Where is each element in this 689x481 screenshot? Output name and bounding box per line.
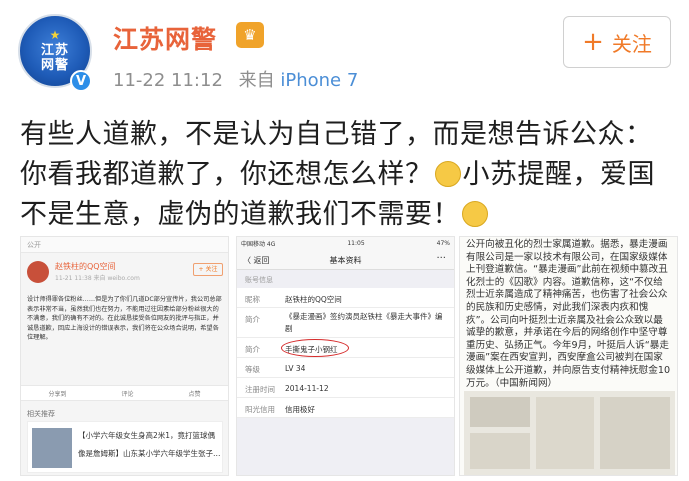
image2-red-circle <box>281 339 349 357</box>
image2-row-value: LV 34 <box>285 364 306 373</box>
image2-row-value: 信用极好 <box>285 405 315 414</box>
image1-top-bar: 公开 <box>21 237 228 253</box>
post-header: ★ 江苏 网警 V 江苏网警 ♛ 11-22 11:12 来自 iPhone 7… <box>0 0 689 108</box>
image1-action-share: 分享到 <box>48 390 67 398</box>
image2-battery: 47% <box>436 240 450 247</box>
image2-row: 简介 《暴走漫画》签约演员赵铁柱《暴走大事件》编剧 <box>237 308 454 338</box>
thinking-emoji-icon <box>434 161 461 187</box>
image1-subline: 11-21 11:38 来自 weibo.com <box>55 275 140 282</box>
image2-row-key: 简介 <box>245 345 260 354</box>
follow-label: 关注 <box>611 31 652 56</box>
image3-news-text: 公开向被丑化的烈士家属道歉。据悉，暴走漫画有限公司是一家以技术有限公司，在国家级… <box>466 239 671 389</box>
avatar-line-2: 网警 <box>40 58 69 73</box>
image2-row-value: 2014-11-12 <box>285 384 329 393</box>
image2-more-icon: ··· <box>436 253 446 264</box>
image1-body-text: 设计师得罪各位粉丝……但是为了你们几道DC部分宣传片，我公司总部表示非常不当，虽… <box>27 296 222 342</box>
image1-follow: + 关注 <box>193 263 223 276</box>
image2-row: 注册时间 2014-11-12 <box>237 378 454 398</box>
post-text: 有些人道歉，不是认为自己错了，而是想告诉公众：你看我都道歉了，你还想怎么样？ 小苏… <box>20 115 670 235</box>
image2-clock: 11:05 <box>347 240 365 247</box>
plus-icon: + <box>582 27 604 57</box>
image1-related-thumb <box>32 428 72 468</box>
image2-status-bar: 中国移动 4G 11:05 47% <box>237 237 454 250</box>
image2-row-value: 赵铁柱的QQ空间 <box>285 295 342 304</box>
image3-newspaper-clip <box>464 391 675 475</box>
image3-column-block <box>470 433 530 469</box>
image2-row-value: 《暴走漫画》签约演员赵铁柱《暴走大事件》编剧 <box>285 312 443 333</box>
image1-username: 赵铁柱的QQ空间 <box>55 262 116 271</box>
post-image-2[interactable]: 中国移动 4G 11:05 47% 〈 返回 基本资料 ··· 账号信息 昵称 … <box>236 236 455 476</box>
smile-emoji-icon <box>462 201 488 227</box>
image1-related-line-1: 【小学六年级女生身高2米1，竟打篮球偶 <box>78 431 216 440</box>
source-device[interactable]: iPhone 7 <box>280 70 358 91</box>
image3-column-block <box>536 397 594 469</box>
vip-crown-icon[interactable]: ♛ <box>236 22 264 48</box>
image1-related-line-2: 像是詹姆斯】山东某小学六年级学生张子… <box>78 449 221 458</box>
image1-related-header: 相关推荐 <box>27 410 55 418</box>
image2-row-key: 注册时间 <box>245 385 275 394</box>
image2-section-header: 账号信息 <box>245 276 273 284</box>
post-image-1[interactable]: 公开 赵铁柱的QQ空间 11-21 11:38 来自 weibo.com + 关… <box>20 236 229 476</box>
image1-user-row: 赵铁柱的QQ空间 11-21 11:38 来自 weibo.com + 关注 <box>27 259 223 291</box>
post-image-3[interactable]: 公开向被丑化的烈士家属道歉。据悉，暴走漫画有限公司是一家以技术有限公司，在国家级… <box>459 236 678 476</box>
image3-column-block <box>600 397 670 469</box>
image1-action-like: 点赞 <box>188 390 201 398</box>
post-timestamp: 11-22 11:12 <box>113 70 223 91</box>
avatar-line-1: 江苏 <box>40 43 69 58</box>
image2-row-key: 昵称 <box>245 295 260 304</box>
image2-row: 阳光信用 信用极好 <box>237 398 454 418</box>
image2-carrier: 中国移动 4G <box>241 241 276 248</box>
image2-title: 基本资料 <box>329 256 362 265</box>
image1-actions: 分享到 评论 点赞 <box>21 385 228 401</box>
image1-avatar <box>27 261 49 283</box>
image1-action-comment: 评论 <box>121 390 134 398</box>
account-name[interactable]: 江苏网警 <box>113 20 217 56</box>
image2-row: 等级 LV 34 <box>237 358 454 378</box>
star-icon: ★ <box>49 28 61 42</box>
post-meta: 11-22 11:12 来自 iPhone 7 <box>113 66 358 92</box>
image2-nav-bar: 〈 返回 基本资料 ··· <box>237 250 454 270</box>
follow-button[interactable]: + 关注 <box>563 16 671 68</box>
image2-row-key: 等级 <box>245 365 260 374</box>
source-prefix: 来自 <box>238 70 275 91</box>
image2-row: 昵称 赵铁柱的QQ空间 <box>237 288 454 308</box>
image2-row: 简介 手撕鬼子小钢红 <box>237 338 454 358</box>
verified-badge-icon: V <box>70 70 92 92</box>
image2-row-key: 阳光信用 <box>245 405 275 414</box>
image3-photo-block <box>470 397 530 427</box>
image2-row-key: 简介 <box>245 315 260 324</box>
image1-related-box: 【小学六年级女生身高2米1，竟打篮球偶 像是詹姆斯】山东某小学六年级学生张子… <box>27 421 223 473</box>
